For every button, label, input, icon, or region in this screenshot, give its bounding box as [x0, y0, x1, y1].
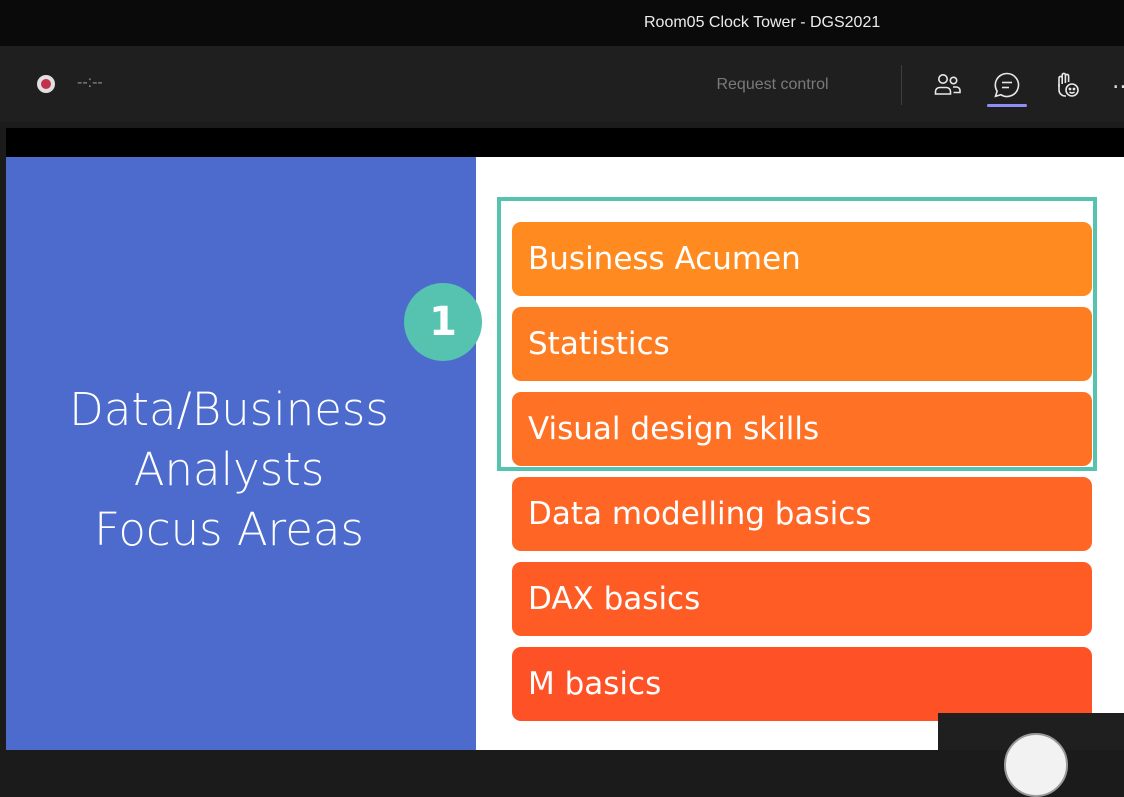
- chat-active-indicator: [987, 104, 1027, 107]
- toolbar-divider: [901, 65, 902, 105]
- raise-hand-reactions-icon[interactable]: [1050, 68, 1084, 102]
- request-control-button[interactable]: Request control: [700, 72, 845, 98]
- focus-area-item: Data modelling basics: [512, 477, 1092, 551]
- focus-area-item: DAX basics: [512, 562, 1092, 636]
- highlight-frame: [497, 197, 1097, 471]
- recording-icon: [37, 75, 55, 93]
- step-number-badge: 1: [404, 283, 482, 361]
- focus-area-item: M basics: [512, 647, 1092, 721]
- chat-icon[interactable]: [990, 68, 1024, 102]
- window-title: Room05 Clock Tower - DGS2021: [644, 14, 881, 31]
- slide-heading: Data/Business Analysts Focus Areas: [69, 383, 389, 556]
- avatar: [1004, 733, 1068, 797]
- more-options-icon[interactable]: …: [1112, 69, 1124, 94]
- participants-icon[interactable]: [930, 68, 964, 102]
- recording-timer: --:--: [77, 74, 103, 91]
